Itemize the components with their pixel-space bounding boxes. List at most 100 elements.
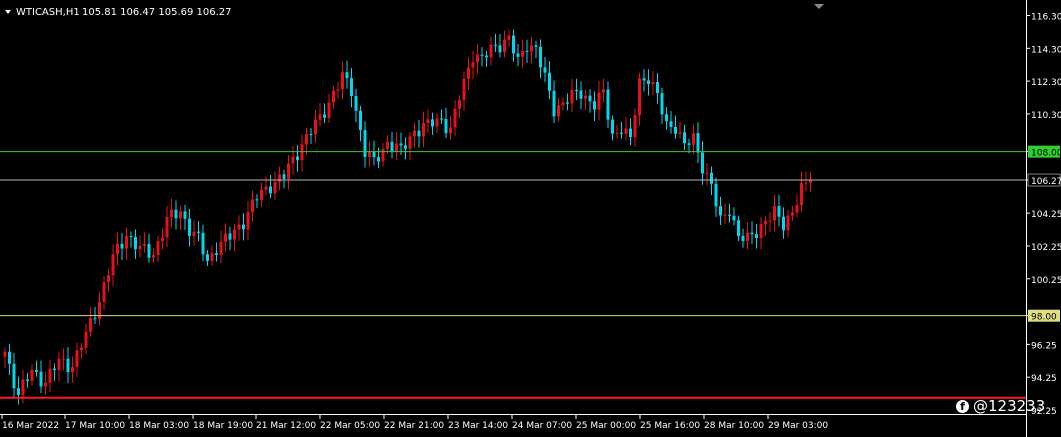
candle-body [579,90,583,99]
candle-body [525,50,529,52]
candle-body [557,105,560,117]
candle-body [422,123,425,137]
candle-body [89,318,92,332]
candle-body [516,53,520,57]
candle-body [719,206,722,216]
candle-body [633,115,637,137]
candle-body [71,367,74,373]
candle-body [350,78,353,97]
candle-body [57,358,61,371]
time-tick-label: 23 Mar 14:00 [448,421,508,431]
candle-body [503,39,506,53]
candle-body [449,127,452,134]
candle-body [237,224,241,230]
candle-body [197,231,200,233]
watermark: f @123233 [956,397,1045,415]
candle-body [228,233,232,240]
candle-body [80,347,83,351]
candle-body [381,148,385,162]
candle-body [309,134,313,136]
candle-body [318,114,322,120]
candle-body [782,216,785,231]
price-tick-label: 100.25 [1031,276,1061,286]
candle-body [296,156,299,161]
candle-body [129,236,133,238]
candle-body [269,186,272,194]
candle-body [273,181,277,194]
candle-body [8,351,11,364]
candle-body [26,379,29,381]
candle-body [741,236,745,242]
candle-body [786,215,790,231]
symbol-label: WTICASH,H1 [16,7,80,18]
candle-body [417,130,421,137]
candle-body [714,183,718,207]
time-tick-label: 22 Mar 21:00 [384,421,444,431]
time-tick-label: 29 Mar 03:00 [768,421,828,431]
candle-body [345,72,349,79]
candle-body [395,143,398,152]
candle-body [210,253,214,261]
candle-body [705,172,709,174]
time-tick-label: 21 Mar 12:00 [256,421,316,431]
candle-body [134,236,137,250]
candle-body [615,132,619,134]
candle-body [363,130,367,157]
time-tick-label: 18 Mar 19:00 [193,421,253,431]
price-chart[interactable]: 116.30 114.30 112.30 110.30 108.00 106.27 104.… [0,0,1061,437]
candle-body [431,119,434,127]
candle-body [305,134,308,145]
candle-body [570,90,574,104]
candle-body [597,92,601,110]
candle-body [156,241,160,256]
candle-body [341,72,344,90]
candle-body [737,220,740,237]
candle-body [192,231,196,236]
candle-body [800,183,803,206]
price-tick-label: 94.25 [1031,374,1057,384]
candle-body [435,118,439,127]
time-tick-label: 17 Mar 10:00 [65,421,125,431]
candle-body [215,253,218,255]
time-tick-label: 28 Mar 10:00 [704,421,764,431]
ohlc-values: 105.81 106.47 105.69 106.27 [82,7,232,18]
candle-body [206,254,209,261]
candle-body [462,78,466,101]
candle-body [611,119,614,134]
candle-body [548,72,551,91]
candle-body [543,67,547,73]
time-tick-label: 22 Mar 05:00 [320,421,380,431]
candle-body [687,143,691,145]
candle-body [440,118,443,120]
candle-body [804,182,808,184]
candle-body [260,189,263,200]
candle-body [660,93,664,115]
candle-body [224,233,227,242]
candle-body [642,78,646,81]
candle-body [507,35,511,40]
candle-body [323,114,326,118]
candle-body [246,212,250,230]
candle-body [575,90,578,92]
candle-body [359,110,362,131]
candle-body [602,89,605,93]
candle-body [377,157,380,162]
candle-body [372,151,376,158]
candle-body [534,45,538,47]
candle-body [152,255,155,258]
candle-body [584,95,587,99]
candle-body [48,368,52,383]
candle-body [624,128,628,134]
candle-body [201,232,205,255]
candle-body [264,186,268,190]
candle-body [512,35,515,54]
candle-body [692,132,695,145]
candle-body [368,151,371,157]
time-tick-label: 18 Mar 03:00 [129,421,189,431]
candle-body [593,101,596,110]
candle-body [530,45,533,52]
watermark-text: @123233 [973,397,1046,415]
candle-body [179,211,182,219]
candle-body [30,370,34,381]
candle-body [143,244,146,247]
